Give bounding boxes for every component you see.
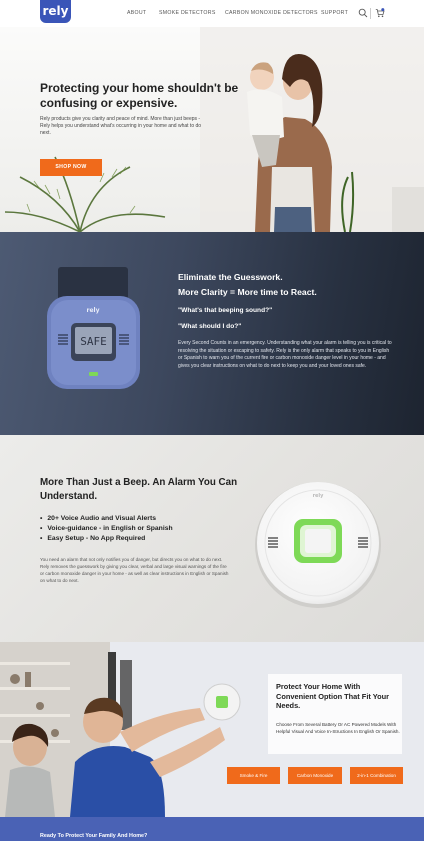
nav-carbon-monoxide-detectors[interactable]: CARBON MONOXIDE DETECTORS [225,10,318,16]
hero-section: Protecting your home shouldn't be confus… [0,27,424,232]
combination-button[interactable]: 2-in-1 Combination [350,767,403,784]
beep-heading: More Than Just a Beep. An Alarm You Can … [40,477,238,502]
detector-device-image: rely SAFE [47,267,140,389]
protect-description: Choose From Several Battery Or AC Powere… [276,722,400,734]
cta-text: Ready To Protect Your Family And Home? [40,833,148,839]
protect-home-section: Protect Your Home With Convenient Option… [0,642,424,817]
cart-icon[interactable] [375,8,385,18]
eliminate-guesswork-section: rely SAFE Eliminate the Guesswork. More … [0,232,424,435]
beep-description: You need an alarm that not only notifies… [40,557,229,583]
beeping-question: "What's that beeping sound?" [178,307,273,314]
what-to-do-question: "What should I do?" [178,323,242,330]
search-icon[interactable] [358,8,368,18]
carbon-monoxide-button[interactable]: Carbon Monoxide [288,767,342,784]
device-display-text: SAFE [80,335,107,348]
feature-item: Easy Setup - No App Required [40,534,173,544]
shop-now-button[interactable]: SHOP NOW [40,159,102,176]
feature-list: 20+ Voice Audio and Visual Alerts Voice-… [40,514,173,544]
more-than-a-beep-section: More Than Just a Beep. An Alarm You Can … [0,435,424,642]
nav-support[interactable]: SUPPORT [321,10,348,16]
hero-description: Rely products give you clarity and peace… [40,116,202,137]
nav-smoke-detectors[interactable]: SMOKE DETECTORS [159,10,216,16]
nav-about[interactable]: ABOUT [127,10,146,16]
hero-title: Protecting your home shouldn't be confus… [40,81,239,110]
header-divider [370,8,371,19]
device-brand-label: rely [87,307,100,314]
rely-logo[interactable]: rely [40,0,71,23]
site-header: rely ABOUT SMOKE DETECTORS CARBON MONOXI… [0,0,424,27]
cta-banner: Ready To Protect Your Family And Home? [0,817,424,841]
feature-item: 20+ Voice Audio and Visual Alerts [40,514,173,524]
svg-text:rely: rely [313,493,325,499]
cart-badge [381,8,385,12]
guesswork-description: Every Second Counts in an emergency. Und… [178,340,392,369]
clarity-heading: More Clarity = More time to React. [178,287,317,297]
smoke-detector-image: rely [255,482,381,608]
protect-heading: Protect Your Home With Convenient Option… [276,682,390,710]
feature-item: Voice-guidance - in English or Spanish [40,524,172,534]
smoke-fire-button[interactable]: Smoke & Fire [227,767,280,784]
protect-card: Protect Your Home With Convenient Option… [268,674,402,754]
guesswork-heading: Eliminate the Guesswork. [178,272,283,282]
